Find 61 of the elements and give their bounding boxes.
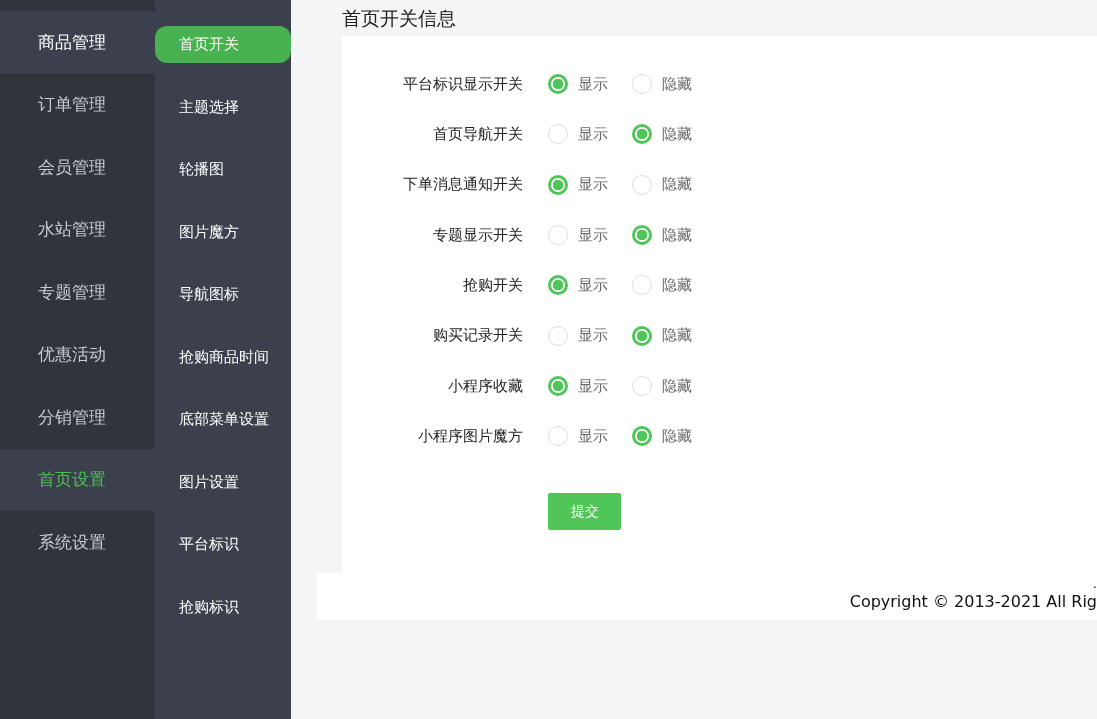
field-label: 首页导航开关: [432, 124, 523, 146]
field-label: 抢购开关: [462, 275, 523, 297]
radio-button[interactable]: [632, 225, 652, 246]
radio-label: 显示: [578, 325, 608, 347]
radio-button[interactable]: [632, 325, 652, 346]
submenu-item[interactable]: 导航图标: [155, 276, 291, 313]
field-label: 专题显示开关: [432, 224, 523, 246]
radio-button[interactable]: [548, 325, 568, 346]
radio-button[interactable]: [632, 426, 652, 447]
radio-label: 隐藏: [662, 124, 692, 146]
radio-button[interactable]: [632, 275, 652, 296]
radio-button[interactable]: [548, 225, 568, 246]
submenu-item[interactable]: 主题选择: [155, 88, 291, 126]
radio-label: 显示: [578, 73, 608, 95]
submenu-item[interactable]: 轮播图: [155, 151, 291, 188]
submenu-item[interactable]: 平台标识: [155, 526, 291, 563]
radio-button[interactable]: [548, 375, 568, 396]
radio-label: 显示: [578, 124, 608, 146]
menu-item[interactable]: 分销管理: [0, 386, 155, 449]
radio-label: 隐藏: [662, 275, 692, 297]
submenu-item[interactable]: 抢购标识: [155, 588, 291, 626]
radio-label: 显示: [578, 425, 608, 447]
radio-label: 隐藏: [662, 174, 692, 196]
footer-mark: .: [1092, 577, 1097, 591]
radio-button[interactable]: [632, 124, 652, 145]
submenu-item[interactable]: 图片魔方: [155, 213, 291, 251]
radio-label: 隐藏: [662, 325, 692, 347]
submenu-item[interactable]: 底部菜单设置: [155, 401, 291, 438]
radio-button[interactable]: [548, 74, 568, 95]
radio-label: 隐藏: [662, 224, 692, 246]
radio-button[interactable]: [548, 124, 568, 145]
field-label: 平台标识显示开关: [402, 73, 523, 95]
radio-button[interactable]: [632, 74, 652, 95]
radio-label: 显示: [578, 224, 608, 246]
menu-item[interactable]: 水站管理: [0, 198, 155, 261]
copyright-text: Copyright © 2013-2021 All Rig: [849, 591, 1097, 613]
menu-item[interactable]: 专题管理: [0, 261, 155, 324]
radio-button[interactable]: [632, 375, 652, 396]
page-title: 首页开关信息: [342, 5, 456, 31]
menu-item[interactable]: 首页设置: [0, 448, 155, 511]
menu-item[interactable]: 订单管理: [0, 73, 155, 136]
radio-label: 隐藏: [662, 425, 692, 447]
field-label: 购买记录开关: [432, 325, 523, 347]
menu-item[interactable]: 系统设置: [0, 511, 155, 574]
radio-button[interactable]: [548, 426, 568, 447]
field-label: 小程序收藏: [447, 375, 523, 397]
radio-button[interactable]: [548, 275, 568, 296]
menu-item[interactable]: 会员管理: [0, 136, 155, 199]
radio-button[interactable]: [548, 174, 568, 195]
field-label: 下单消息通知开关: [402, 174, 523, 196]
radio-label: 显示: [578, 174, 608, 196]
radio-label: 隐藏: [662, 73, 692, 95]
radio-label: 显示: [578, 375, 608, 397]
radio-button[interactable]: [632, 174, 652, 195]
submenu-item[interactable]: 抢购商品时间: [155, 338, 291, 376]
radio-label: 显示: [578, 275, 608, 297]
field-label: 小程序图片魔方: [417, 425, 523, 447]
submenu-item[interactable]: 图片设置: [155, 463, 291, 501]
radio-label: 隐藏: [662, 375, 692, 397]
menu-item[interactable]: 商品管理: [0, 11, 155, 74]
menu-item[interactable]: 优惠活动: [0, 323, 155, 386]
